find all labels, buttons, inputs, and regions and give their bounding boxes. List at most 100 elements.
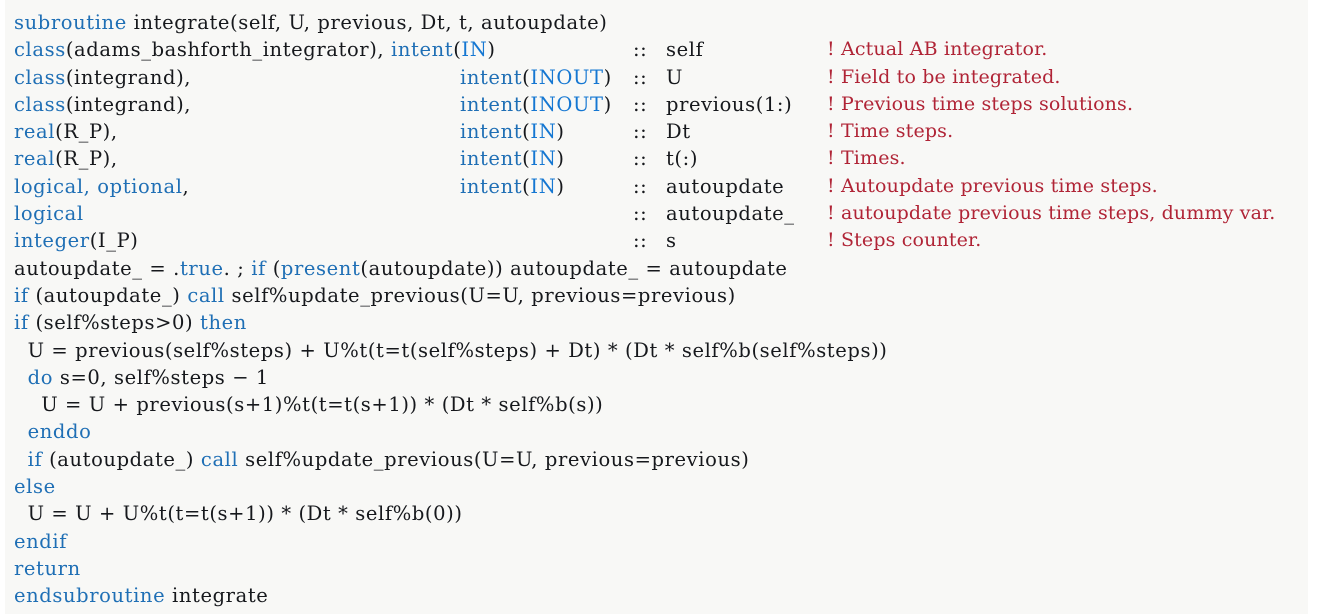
code-text: class(integrand), xyxy=(14,64,191,91)
code-line: U = U + previous(s+1)%t(t=t(s+1)) * (Dt … xyxy=(5,391,1308,418)
code-text: logical, optional, xyxy=(14,173,189,200)
inline-comment: ! Field to be integrated. xyxy=(827,65,1061,88)
code-line: endif xyxy=(5,528,1308,555)
keyword-endif: endif xyxy=(14,529,68,553)
declaration-separator: :: xyxy=(633,92,648,116)
code-text: if (autoupdate_) call self%update_previo… xyxy=(14,282,736,309)
variable-name: autoupdate_ xyxy=(666,202,795,226)
declaration-separator: :: xyxy=(633,202,648,226)
code-line: if (autoupdate_) call self%update_previo… xyxy=(5,282,1308,309)
inline-comment: ! Actual AB integrator. xyxy=(827,38,1048,61)
code-text: if (autoupdate_) call self%update_previo… xyxy=(14,446,749,473)
code-line: class(integrand), intent(INOUT) :: U ! F… xyxy=(5,64,1308,91)
code-line: real(R_P), intent(IN) :: Dt ! Time steps… xyxy=(5,118,1308,145)
variable-name: s xyxy=(666,229,677,253)
keyword: logical xyxy=(14,202,84,226)
paren-close: ) xyxy=(556,120,565,144)
code-line: else xyxy=(5,473,1308,500)
code-seg: (autoupdate)) autoupdate_ = autoupdate xyxy=(360,256,788,280)
intent-group: intent(IN) xyxy=(460,173,565,200)
code-seg: ( xyxy=(265,256,281,280)
code-text: real(R_P), xyxy=(14,145,118,172)
code-text: real(R_P), xyxy=(14,118,118,145)
paren-close: ) xyxy=(603,65,612,89)
variable-name: self xyxy=(666,38,704,62)
intent-group: intent(IN) xyxy=(460,118,565,145)
code-rest: (adams_bashforth_integrator), xyxy=(65,38,392,62)
declaration-separator: :: xyxy=(633,174,648,198)
keyword: real xyxy=(14,120,56,144)
declaration-separator: :: xyxy=(633,229,648,253)
intent-keyword: intent xyxy=(460,174,523,198)
keyword-present: present xyxy=(280,256,361,280)
intent-keyword: intent xyxy=(460,120,523,144)
code-text: class(adams_bashforth_integrator), inten… xyxy=(14,36,496,63)
keyword-true: true xyxy=(179,256,224,280)
keyword: integer xyxy=(14,229,90,253)
intent-value: IN xyxy=(530,174,557,198)
code-line: class(adams_bashforth_integrator), inten… xyxy=(5,36,1308,63)
intent-group: intent(INOUT) xyxy=(460,64,612,91)
inline-comment: ! Previous time steps solutions. xyxy=(827,92,1134,115)
keyword: subroutine xyxy=(14,11,127,34)
keyword-if: if xyxy=(251,256,266,280)
code-line: subroutine integrate(self, U, previous, … xyxy=(5,9,1308,36)
variable-name: autoupdate xyxy=(666,174,785,198)
keyword-if: if xyxy=(14,283,29,307)
intent-value: INOUT xyxy=(530,65,604,89)
keyword-do: do xyxy=(27,365,54,389)
keyword-else: else xyxy=(14,475,56,499)
declaration-separator: :: xyxy=(633,65,648,89)
code-line: logical, optional, intent(IN) :: autoupd… xyxy=(5,173,1308,200)
code-rest: (integrand), xyxy=(65,65,192,89)
variable-name: Dt xyxy=(666,120,691,144)
code-seg: autoupdate_ = . xyxy=(14,256,180,280)
paren-close: ) xyxy=(556,147,565,171)
keyword: class xyxy=(14,65,66,89)
code-rest: integrate(self, U, previous, Dt, t, auto… xyxy=(126,11,608,34)
code-line: do s=0, self%steps − 1 xyxy=(5,364,1308,391)
intent-group: intent(IN) xyxy=(460,145,565,172)
paren-close: ) xyxy=(556,174,565,198)
code-listing-block: subroutine integrate(self, U, previous, … xyxy=(5,0,1308,614)
code-text: subroutine integrate(self, U, previous, … xyxy=(14,9,607,36)
intent-value: IN xyxy=(461,38,488,62)
code-seg: (autoupdate_) xyxy=(28,283,188,307)
inline-comment: ! Time steps. xyxy=(827,120,954,143)
declaration-separator: :: xyxy=(633,38,648,62)
code-seg: integrate xyxy=(165,584,269,608)
code-seg: (autoupdate_) xyxy=(42,447,201,471)
inline-comment: ! Times. xyxy=(827,147,906,170)
code-rest: (integrand), xyxy=(65,92,192,116)
keyword-enddo: enddo xyxy=(27,420,92,444)
code-text: integer(I_P) xyxy=(14,227,139,254)
code-line: U = U + U%t(t=t(s+1)) * (Dt * self%b(0)) xyxy=(5,500,1308,527)
inline-comment: ! autoupdate previous time steps, dummy … xyxy=(827,202,1276,225)
code-line: endsubroutine integrate xyxy=(5,582,1308,609)
code-text: if (self%steps>0) then xyxy=(14,309,247,336)
code-text: endsubroutine integrate xyxy=(14,582,268,609)
keyword: class xyxy=(14,38,66,62)
code-rest: (R_P), xyxy=(55,120,118,144)
keyword: class xyxy=(14,92,66,116)
code-text: do s=0, self%steps − 1 xyxy=(14,364,269,391)
keyword-if: if xyxy=(14,311,29,335)
code-text: U = U + previous(s+1)%t(t=t(s+1)) * (Dt … xyxy=(14,393,604,417)
keyword-then: then xyxy=(200,311,247,335)
intent-keyword: intent xyxy=(460,147,523,171)
code-text: class(integrand), xyxy=(14,91,191,118)
keyword: real xyxy=(14,147,56,171)
intent-value: INOUT xyxy=(530,92,604,116)
intent-group: intent(INOUT) xyxy=(460,91,612,118)
intent-keyword: intent xyxy=(460,65,523,89)
intent-keyword: intent xyxy=(460,92,523,116)
intent-value: IN xyxy=(530,147,557,171)
code-text: logical xyxy=(14,200,84,227)
code-line: class(integrand), intent(INOUT) :: previ… xyxy=(5,91,1308,118)
variable-name: U xyxy=(666,65,684,89)
code-line: return xyxy=(5,555,1308,582)
code-line: real(R_P), intent(IN) :: t(:) ! Times. xyxy=(5,145,1308,172)
code-line: if (autoupdate_) call self%update_previo… xyxy=(5,446,1308,473)
